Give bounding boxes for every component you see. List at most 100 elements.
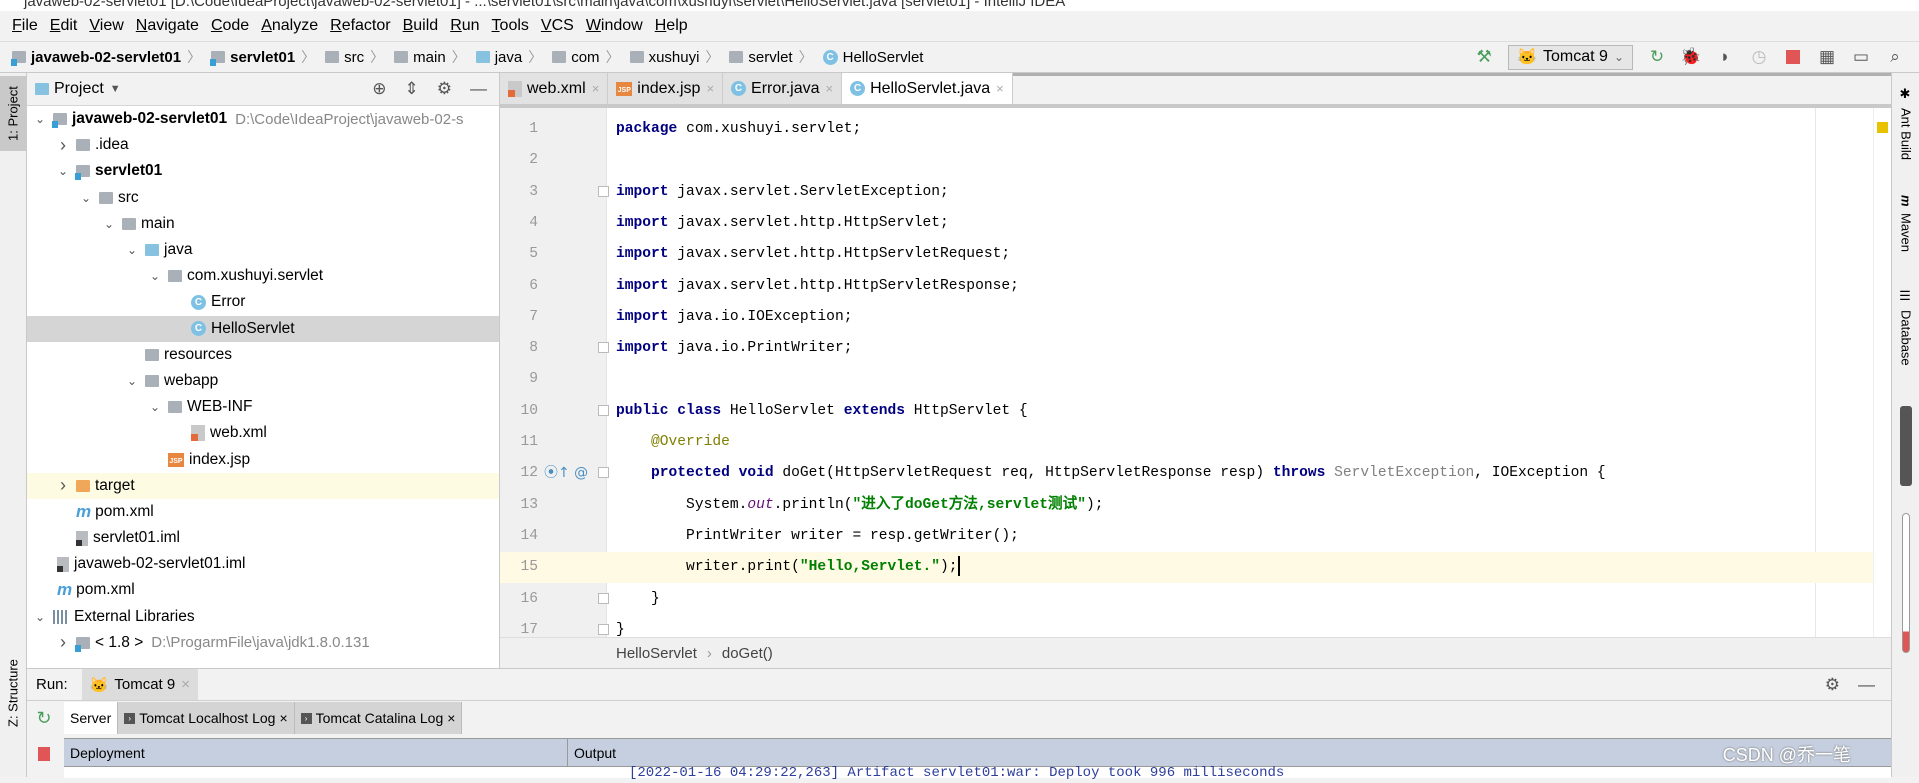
profile-icon[interactable]: ◷ (1749, 47, 1769, 67)
menu-run[interactable]: Run (444, 17, 485, 35)
breadcrumb-item[interactable]: main 〉 (394, 47, 472, 67)
chevron-down-icon[interactable]: ⌄ (100, 217, 118, 231)
fold-marker-icon[interactable] (598, 623, 609, 635)
breadcrumb-item[interactable]: javaweb-02-servlet01 〉 (11, 47, 207, 67)
hide-icon[interactable]: — (470, 79, 487, 99)
tree-item[interactable]: ⌄ src (27, 185, 499, 211)
tree-item[interactable]: JSP index.jsp (27, 446, 499, 472)
maven-tool-tab[interactable]: m Maven (1892, 195, 1919, 252)
chevron-down-icon[interactable]: ⌄ (31, 112, 49, 126)
coverage-icon[interactable]: ◗ (1715, 47, 1735, 67)
override-gutter-icon[interactable]: ⦿↑ @ (544, 458, 588, 489)
tree-item[interactable]: ⌄ webapp (27, 368, 499, 394)
menu-file[interactable]: File (6, 17, 44, 35)
menu-tools[interactable]: Tools (486, 17, 535, 35)
tree-item[interactable]: servlet01.iml (27, 525, 499, 551)
breadcrumb-item[interactable]: java 〉 (475, 47, 549, 67)
hide-icon[interactable]: — (1858, 675, 1875, 695)
tree-item[interactable]: › .idea (27, 132, 499, 158)
chevron-right-icon[interactable]: › (54, 475, 72, 496)
fold-marker-icon[interactable] (598, 592, 609, 604)
tab-helloservlet-java[interactable]: C HelloServlet.java × (842, 73, 1013, 104)
breadcrumb-item[interactable]: com 〉 (552, 47, 625, 67)
project-view-select[interactable]: Project (54, 80, 104, 98)
close-icon[interactable]: × (826, 81, 834, 96)
stop-icon[interactable] (38, 747, 50, 761)
subtab-tomcat-catalina-log[interactable]: › Tomcat Catalina Log × (294, 702, 463, 734)
breadcrumb-item[interactable]: servlet 〉 (729, 47, 818, 67)
chevron-down-icon[interactable]: ⌄ (123, 374, 141, 388)
locate-icon[interactable]: ⊕ (372, 79, 386, 99)
code-area[interactable]: 1 package com.xushuyi.servlet; 2 3 import ja… (500, 108, 1873, 637)
database-tool-tab[interactable]: ☰ Database (1892, 289, 1919, 366)
tab-index-jsp[interactable]: JSP index.jsp × (608, 73, 724, 104)
menu-help[interactable]: Help (649, 17, 694, 35)
run-tab-tomcat[interactable]: 🐱 Tomcat 9 × (81, 669, 198, 700)
close-icon[interactable]: × (996, 81, 1004, 96)
menu-view[interactable]: View (83, 17, 129, 35)
menu-vcs[interactable]: VCS (535, 17, 580, 35)
breadcrumb-item[interactable]: xushuyi 〉 (629, 47, 726, 67)
debug-icon[interactable]: 🐞 (1680, 47, 1701, 67)
tree-item[interactable]: C HelloServlet (27, 315, 499, 342)
ant-build-tool-tab[interactable]: ✱ Ant Build (1892, 87, 1919, 160)
tab-web-xml[interactable]: web.xml × (500, 73, 609, 104)
menu-build[interactable]: Build (397, 17, 445, 35)
warning-marker-icon[interactable] (1877, 122, 1888, 133)
tree-item[interactable]: ⌄ com.xushuyi.servlet (27, 263, 499, 289)
close-icon[interactable]: × (447, 710, 455, 726)
error-stripe[interactable] (1873, 108, 1891, 637)
chevron-down-icon[interactable]: ⌄ (123, 243, 141, 257)
breadcrumb-item[interactable]: servlet01 〉 (210, 47, 321, 67)
rerun-icon[interactable]: ↻ (1647, 47, 1667, 67)
menu-window[interactable]: Window (580, 17, 649, 35)
project-structure-icon[interactable]: ▦ (1817, 47, 1837, 67)
tree-item[interactable]: ⌄ servlet01 (27, 158, 499, 184)
menu-refactor[interactable]: Refactor (324, 17, 396, 35)
chevron-down-icon[interactable]: ⌄ (77, 191, 95, 205)
subtab-server[interactable]: Server (64, 702, 119, 734)
menu-edit[interactable]: Edit (44, 17, 84, 35)
rerun-icon[interactable]: ↻ (36, 708, 51, 729)
breadcrumb-item[interactable]: C HelloServlet (822, 49, 923, 66)
build-hammer-icon[interactable]: ⚒ (1474, 47, 1494, 67)
close-icon[interactable]: × (181, 676, 190, 693)
fold-marker-icon[interactable] (598, 342, 609, 354)
subtab-tomcat-localhost-log[interactable]: › Tomcat Localhost Log × (118, 702, 295, 734)
project-tool-tab[interactable]: 1: Project (0, 76, 26, 151)
close-icon[interactable]: × (592, 81, 600, 96)
chevron-right-icon[interactable]: › (54, 135, 72, 156)
run-config-select[interactable]: 🐱 Tomcat 9 ⌄ (1508, 44, 1633, 70)
tree-item[interactable]: ⌄ javaweb-02-servlet01 D:\Code\IdeaProject… (27, 106, 499, 132)
chevron-right-icon[interactable]: › (54, 632, 72, 653)
fold-marker-icon[interactable] (598, 467, 609, 479)
close-icon[interactable]: × (706, 81, 714, 96)
tree-item[interactable]: › < 1.8 > D:\ProgarmFile\java\jdk1.8.0.131 (27, 630, 499, 656)
tree-item[interactable]: ⌄ WEB-INF (27, 394, 499, 420)
stop-icon[interactable] (1783, 47, 1803, 67)
tree-item[interactable]: resources (27, 342, 499, 368)
breadcrumb-method[interactable]: doGet() (722, 645, 773, 662)
dropdown-arrow-icon[interactable]: ▼ (110, 83, 121, 95)
gear-icon[interactable]: ⚙ (437, 79, 452, 99)
search-icon[interactable]: ⌕ (1885, 47, 1905, 67)
chevron-down-icon[interactable]: ⌄ (146, 400, 164, 414)
menu-navigate[interactable]: Navigate (130, 17, 205, 35)
fold-marker-icon[interactable] (598, 404, 609, 416)
tree-item[interactable]: m pom.xml (27, 577, 499, 603)
chevron-down-icon[interactable]: ⌄ (146, 269, 164, 283)
tree-item[interactable]: ⌄ External Libraries (27, 604, 499, 630)
chevron-down-icon[interactable]: ⌄ (31, 610, 49, 624)
close-icon[interactable]: × (279, 710, 287, 726)
tree-item[interactable]: m pom.xml (27, 499, 499, 525)
breadcrumb-class[interactable]: HelloServlet (616, 645, 697, 662)
chevron-down-icon[interactable]: ⌄ (54, 164, 72, 178)
terminal-icon[interactable]: ▭ (1851, 47, 1871, 67)
tree-item[interactable]: ⌄ java (27, 237, 499, 263)
menu-code[interactable]: Code (205, 17, 255, 35)
fold-marker-icon[interactable] (598, 185, 609, 197)
structure-tool-tab[interactable]: Z: Structure (0, 648, 26, 738)
menu-analyze[interactable]: Analyze (255, 17, 324, 35)
breadcrumb-item[interactable]: src 〉 (325, 47, 390, 67)
collapse-all-icon[interactable]: ⇕ (405, 79, 419, 99)
